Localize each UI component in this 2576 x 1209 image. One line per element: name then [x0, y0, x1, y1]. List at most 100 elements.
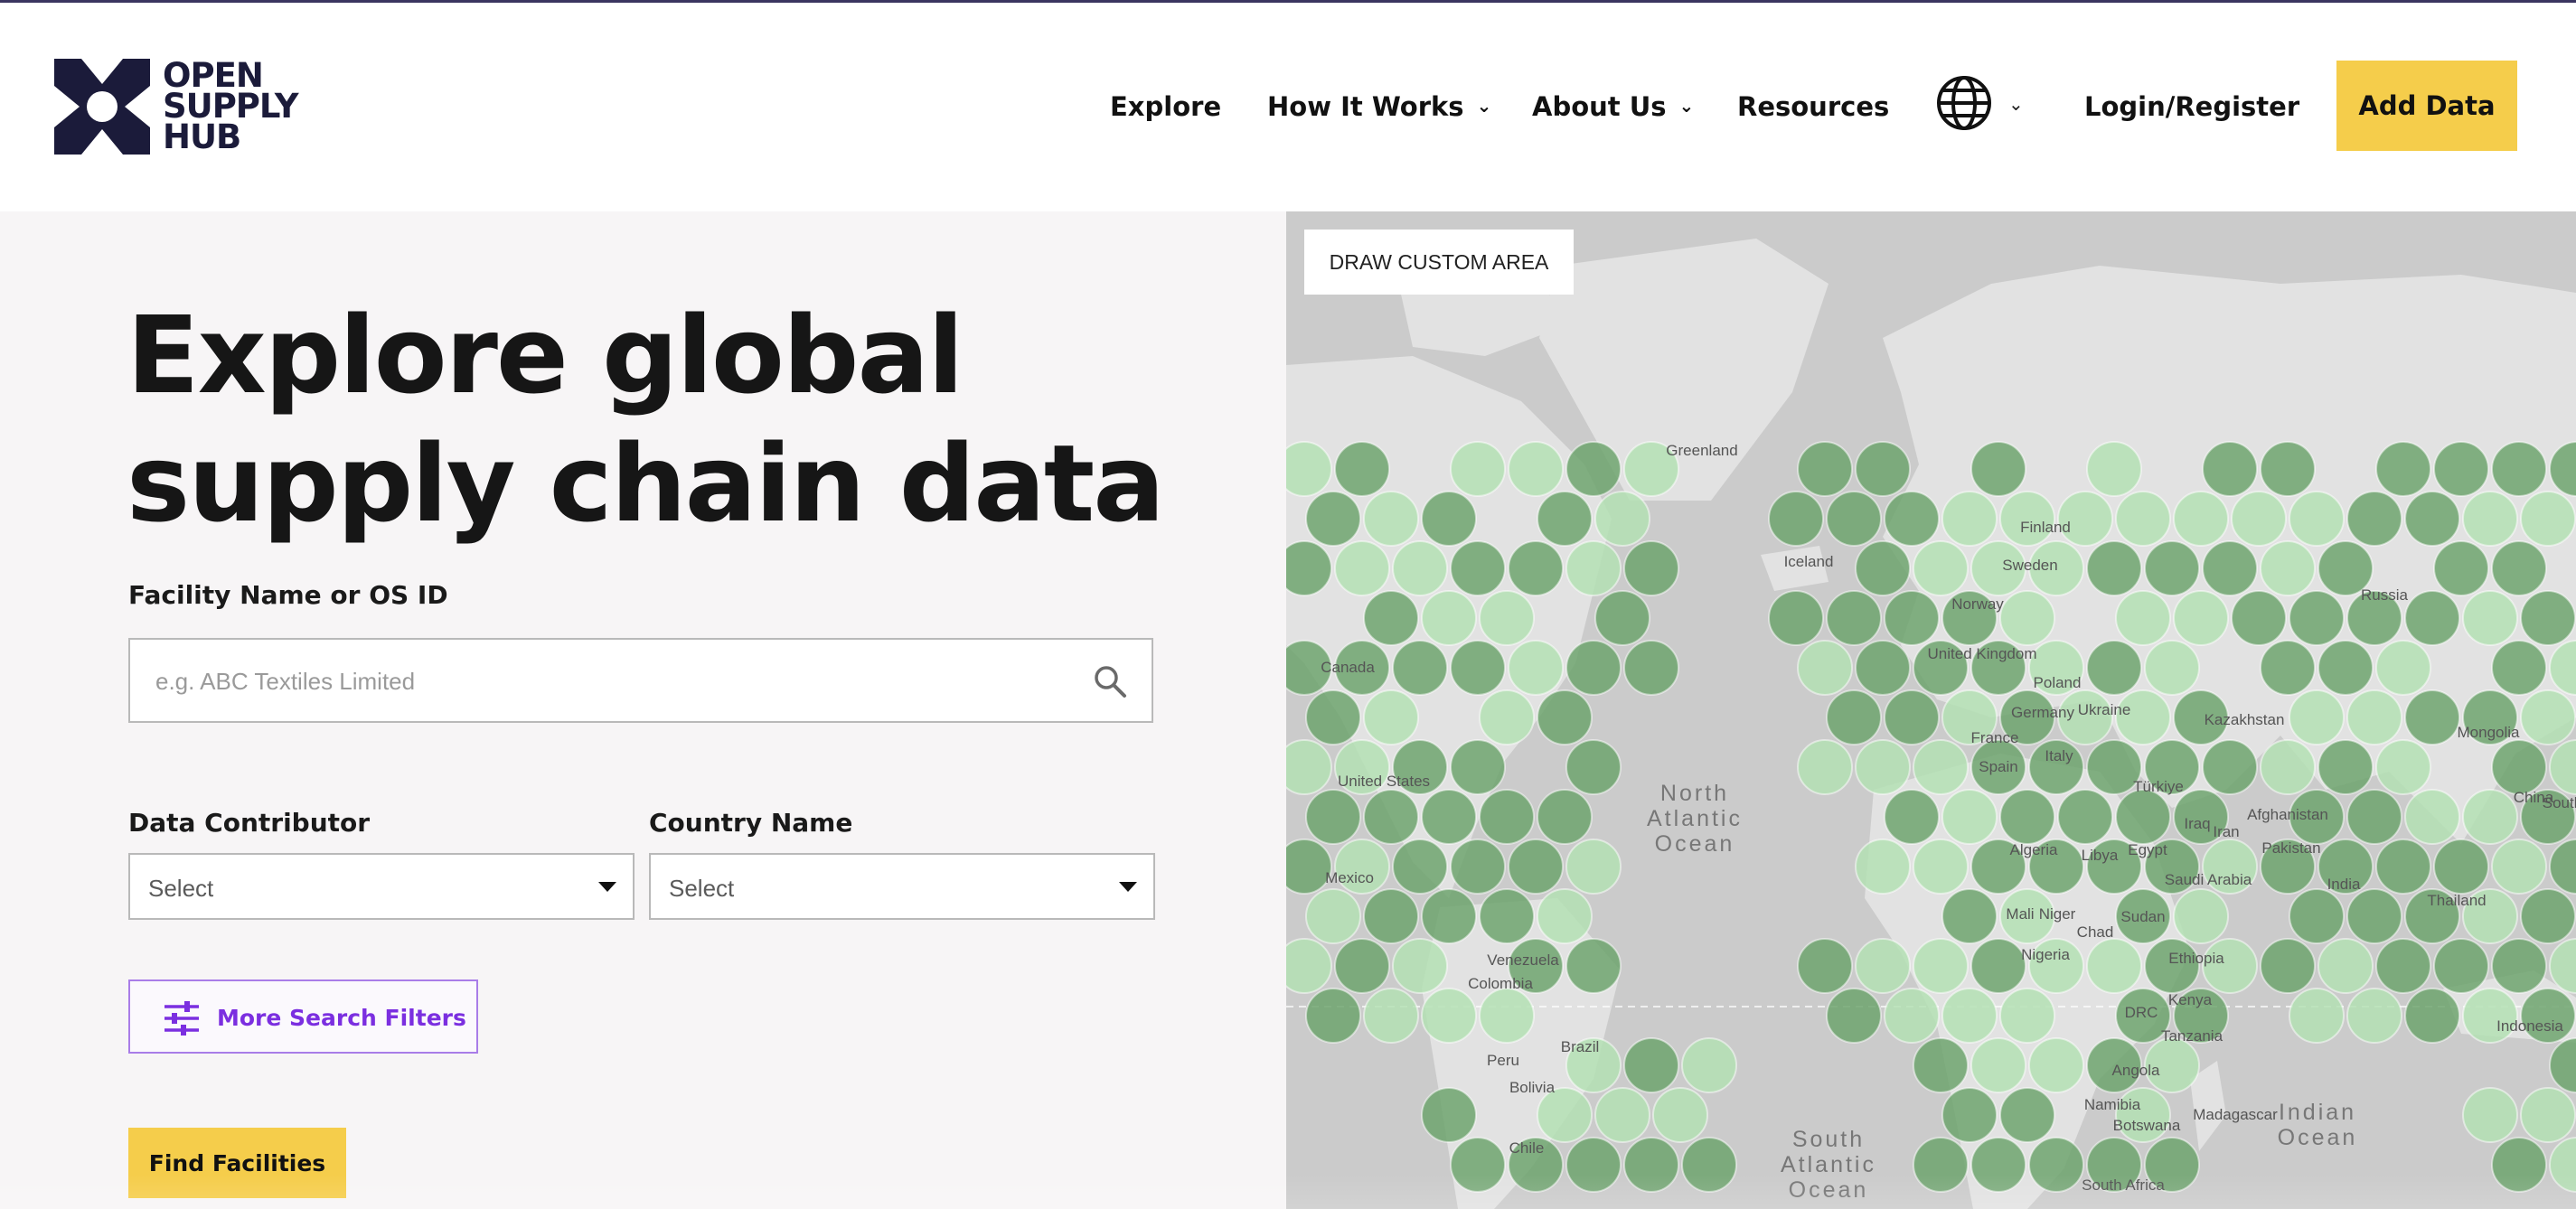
facility-cluster-marker[interactable]: [1855, 441, 1911, 497]
facility-cluster-marker[interactable]: [1392, 938, 1448, 994]
facility-cluster-marker[interactable]: [1286, 739, 1332, 795]
facility-cluster-marker[interactable]: [2028, 1037, 2084, 1093]
facility-cluster-marker[interactable]: [2173, 590, 2229, 646]
facility-cluster-marker[interactable]: [1797, 739, 1853, 795]
facility-cluster-marker[interactable]: [1363, 988, 1419, 1044]
nav-how-it-works[interactable]: How It Works ⌄: [1267, 91, 1491, 122]
more-search-filters-button[interactable]: More Search Filters: [128, 979, 478, 1054]
facility-cluster-marker[interactable]: [1421, 491, 1477, 547]
facility-cluster-marker[interactable]: [1392, 540, 1448, 596]
facility-cluster-marker[interactable]: [1913, 739, 1969, 795]
facility-cluster-marker[interactable]: [1479, 988, 1535, 1044]
country-name-select[interactable]: Select: [649, 853, 1155, 920]
facility-cluster-marker[interactable]: [1884, 689, 1940, 745]
facility-cluster-marker[interactable]: [1826, 988, 1882, 1044]
facility-cluster-marker[interactable]: [2144, 540, 2200, 596]
nav-explore[interactable]: Explore: [1110, 91, 1221, 122]
facility-search-input[interactable]: [154, 640, 1061, 723]
facility-cluster-marker[interactable]: [2086, 441, 2142, 497]
globe-icon[interactable]: [1934, 73, 1994, 133]
facility-cluster-marker[interactable]: [1537, 491, 1593, 547]
facility-cluster-marker[interactable]: [1855, 640, 1911, 696]
facility-cluster-marker[interactable]: [1565, 839, 1622, 895]
facility-cluster-marker[interactable]: [2375, 938, 2431, 994]
facility-cluster-marker[interactable]: [1537, 789, 1593, 845]
facility-cluster-marker[interactable]: [2317, 739, 2374, 795]
facility-cluster-marker[interactable]: [1970, 1137, 2026, 1193]
facility-cluster-marker[interactable]: [1450, 1137, 1506, 1193]
facility-cluster-marker[interactable]: [1479, 590, 1535, 646]
facility-cluster-marker[interactable]: [1941, 888, 1998, 944]
facility-cluster-marker[interactable]: [1970, 1037, 2026, 1093]
facility-cluster-marker[interactable]: [1508, 839, 1564, 895]
facility-cluster-marker[interactable]: [1594, 1087, 1650, 1143]
facility-cluster-marker[interactable]: [1594, 491, 1650, 547]
facility-cluster-marker[interactable]: [1913, 1037, 1969, 1093]
facility-cluster-marker[interactable]: [2491, 839, 2547, 895]
facility-cluster-marker[interactable]: [2520, 988, 2576, 1044]
facility-cluster-marker[interactable]: [1508, 540, 1564, 596]
facility-cluster-marker[interactable]: [1334, 540, 1390, 596]
facility-cluster-marker[interactable]: [2404, 789, 2460, 845]
nav-resources[interactable]: Resources: [1737, 91, 1889, 122]
facility-cluster-marker[interactable]: [1450, 739, 1506, 795]
add-data-button[interactable]: Add Data: [2336, 61, 2517, 151]
facility-cluster-marker[interactable]: [1305, 789, 1361, 845]
facility-cluster-marker[interactable]: [2260, 640, 2316, 696]
facility-cluster-marker[interactable]: [1797, 640, 1853, 696]
facility-cluster-marker[interactable]: [2346, 988, 2402, 1044]
facility-cluster-marker[interactable]: [1421, 988, 1477, 1044]
facility-cluster-marker[interactable]: [2462, 789, 2518, 845]
facility-cluster-marker[interactable]: [1999, 1087, 2055, 1143]
facility-cluster-marker[interactable]: [1565, 938, 1622, 994]
facility-cluster-marker[interactable]: [2057, 789, 2113, 845]
facility-cluster-marker[interactable]: [2491, 938, 2547, 994]
facility-cluster-marker[interactable]: [2404, 491, 2460, 547]
facility-cluster-marker[interactable]: [1941, 1087, 1998, 1143]
facility-cluster-marker[interactable]: [2375, 640, 2431, 696]
facility-cluster-marker[interactable]: [2115, 491, 2171, 547]
facility-cluster-marker[interactable]: [2115, 789, 2171, 845]
find-facilities-button[interactable]: Find Facilities: [128, 1128, 346, 1198]
facility-cluster-marker[interactable]: [1537, 1087, 1593, 1143]
facility-cluster-marker[interactable]: [1681, 1137, 1737, 1193]
facility-cluster-marker[interactable]: [2433, 839, 2489, 895]
facility-cluster-marker[interactable]: [1286, 938, 1332, 994]
facility-cluster-marker[interactable]: [1286, 540, 1332, 596]
facility-cluster-marker[interactable]: [2433, 540, 2489, 596]
facility-cluster-marker[interactable]: [2202, 441, 2258, 497]
facility-cluster-marker[interactable]: [1421, 1087, 1477, 1143]
facility-cluster-marker[interactable]: [1970, 441, 2026, 497]
facility-cluster-marker[interactable]: [2289, 491, 2345, 547]
facility-cluster-marker[interactable]: [1305, 491, 1361, 547]
facility-cluster-marker[interactable]: [1884, 590, 1940, 646]
facility-cluster-marker[interactable]: [1363, 491, 1419, 547]
facility-cluster-marker[interactable]: [1508, 640, 1564, 696]
facility-cluster-marker[interactable]: [2346, 491, 2402, 547]
facility-cluster-marker[interactable]: [2346, 689, 2402, 745]
facility-cluster-marker[interactable]: [1768, 590, 1824, 646]
facility-cluster-marker[interactable]: [2520, 689, 2576, 745]
facility-cluster-marker[interactable]: [1999, 590, 2055, 646]
facility-cluster-marker[interactable]: [2289, 590, 2345, 646]
facility-cluster-marker[interactable]: [2462, 988, 2518, 1044]
facility-cluster-marker[interactable]: [1913, 1137, 1969, 1193]
facility-cluster-marker[interactable]: [2202, 739, 2258, 795]
facility-cluster-marker[interactable]: [2520, 590, 2576, 646]
facility-cluster-marker[interactable]: [2375, 441, 2431, 497]
facility-cluster-marker[interactable]: [2028, 1137, 2084, 1193]
facility-cluster-marker[interactable]: [2404, 988, 2460, 1044]
facility-cluster-marker[interactable]: [1392, 640, 1448, 696]
facility-cluster-marker[interactable]: [1479, 888, 1535, 944]
facility-cluster-marker[interactable]: [1855, 839, 1911, 895]
facility-cluster-marker[interactable]: [1623, 1137, 1679, 1193]
facility-cluster-marker[interactable]: [1363, 888, 1419, 944]
facility-cluster-marker[interactable]: [1884, 491, 1940, 547]
facility-cluster-marker[interactable]: [1999, 789, 2055, 845]
facility-cluster-marker[interactable]: [2317, 938, 2374, 994]
facility-cluster-marker[interactable]: [2173, 888, 2229, 944]
facility-cluster-marker[interactable]: [2231, 590, 2287, 646]
nav-about-us[interactable]: About Us ⌄: [1532, 91, 1694, 122]
facility-cluster-marker[interactable]: [1884, 988, 1940, 1044]
facility-cluster-marker[interactable]: [1450, 640, 1506, 696]
